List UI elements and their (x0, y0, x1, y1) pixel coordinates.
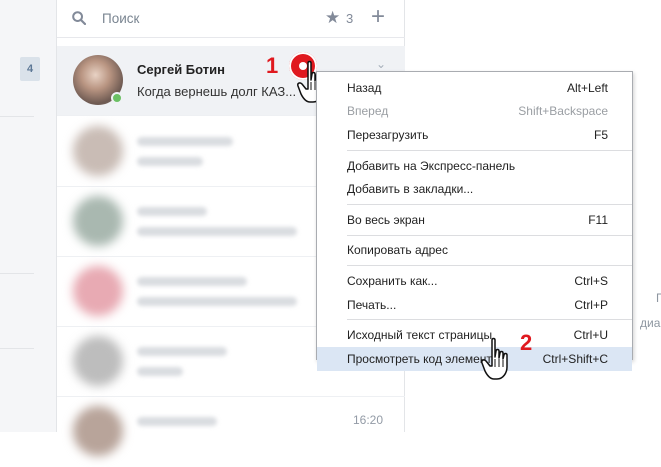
menu-item-shortcut: F5 (593, 127, 608, 142)
avatar (73, 126, 123, 176)
hint-line: диа (640, 316, 661, 330)
menu-item-shortcut: Ctrl+U (573, 328, 608, 343)
menu-item-label: Добавить в закладки... (347, 182, 474, 197)
blurred-message (137, 157, 203, 166)
menu-separator (347, 149, 632, 151)
left-navigation: 4 (0, 0, 57, 432)
online-indicator (111, 92, 123, 104)
blurred-name (137, 207, 207, 216)
menu-item-label: Во весь экран (347, 212, 425, 227)
menu-item-inspect-element[interactable]: Просмотреть код элемента Ctrl+Shift+C (317, 346, 632, 371)
blurred-message (137, 367, 183, 376)
blurred-message (137, 227, 297, 236)
avatar (73, 336, 123, 386)
menu-separator (347, 234, 632, 236)
menu-item-label: Копировать адрес (347, 243, 448, 258)
menu-separator (347, 203, 632, 205)
menu-item-add-speed-dial[interactable]: Добавить на Экспресс-панель (317, 154, 632, 178)
step-marker-2: 2 (520, 330, 533, 355)
context-menu: Назад Alt+Left Вперед Shift+Backspace Пере… (316, 71, 633, 371)
search-bar[interactable]: Поиск ★ 3 + (57, 0, 405, 38)
hand-cursor-icon (481, 337, 508, 380)
menu-item-shortcut: F11 (588, 212, 608, 227)
search-icon (72, 11, 86, 25)
menu-item-label: Вперед (347, 104, 389, 119)
blurred-name (137, 347, 227, 356)
avatar (73, 406, 123, 456)
menu-separator (347, 265, 632, 267)
menu-item-label: Просмотреть код элемента (347, 351, 499, 366)
menu-item-print[interactable]: Печать... Ctrl+P (317, 293, 632, 317)
nav-divider (0, 116, 34, 117)
blurred-name (137, 137, 233, 146)
dialog-row[interactable]: 16:20 (57, 397, 405, 467)
avatar (73, 266, 123, 316)
menu-item-copy-address[interactable]: Копировать адрес (317, 239, 632, 263)
menu-item-save-as[interactable]: Сохранить как... Ctrl+S (317, 269, 632, 293)
menu-item-label: Перезагрузить (347, 127, 429, 142)
new-dialog-plus-icon[interactable]: + (371, 5, 385, 29)
menu-item-shortcut: Alt+Left (566, 80, 608, 95)
menu-item-add-bookmark[interactable]: Добавить в закладки... (317, 177, 632, 201)
nav-divider (0, 273, 34, 274)
menu-item-back[interactable]: Назад Alt+Left (317, 76, 632, 100)
menu-item-forward: Вперед Shift+Backspace (317, 100, 632, 124)
chevron-down-icon[interactable]: ⌄ (376, 57, 386, 71)
avatar (73, 196, 123, 246)
star-icon[interactable]: ★ (325, 8, 340, 28)
menu-item-shortcut: Shift+Backspace (518, 104, 608, 119)
blurred-message (137, 297, 297, 306)
menu-item-label: Назад (347, 80, 382, 95)
dialog-last-message: Когда вернешь долг КАЗ... (137, 84, 297, 99)
search-input[interactable]: Поиск (102, 11, 139, 26)
favorites-count: 3 (346, 11, 354, 26)
step-marker-1: 1 (266, 53, 279, 78)
dialog-name: Сергей Ботин (137, 62, 225, 77)
nav-divider (0, 348, 34, 349)
menu-item-reload[interactable]: Перезагрузить F5 (317, 123, 632, 147)
menu-separator (347, 319, 632, 321)
menu-item-label: Исходный текст страницы (347, 328, 493, 343)
blurred-name (137, 417, 217, 426)
menu-item-view-source[interactable]: Исходный текст страницы Ctrl+U (317, 323, 632, 347)
menu-item-label: Добавить на Экспресс-панель (347, 158, 516, 173)
menu-item-label: Сохранить как... (347, 273, 438, 288)
unread-count-badge[interactable]: 4 (20, 57, 40, 81)
menu-item-shortcut: Ctrl+S (574, 273, 608, 288)
menu-item-shortcut: Ctrl+Shift+C (542, 351, 608, 366)
dialog-time: 16:20 (353, 413, 384, 427)
hint-line: П (656, 291, 661, 305)
menu-item-shortcut: Ctrl+P (574, 297, 608, 312)
menu-item-label: Печать... (347, 297, 397, 312)
menu-item-fullscreen[interactable]: Во весь экран F11 (317, 208, 632, 232)
blurred-name (137, 277, 247, 286)
